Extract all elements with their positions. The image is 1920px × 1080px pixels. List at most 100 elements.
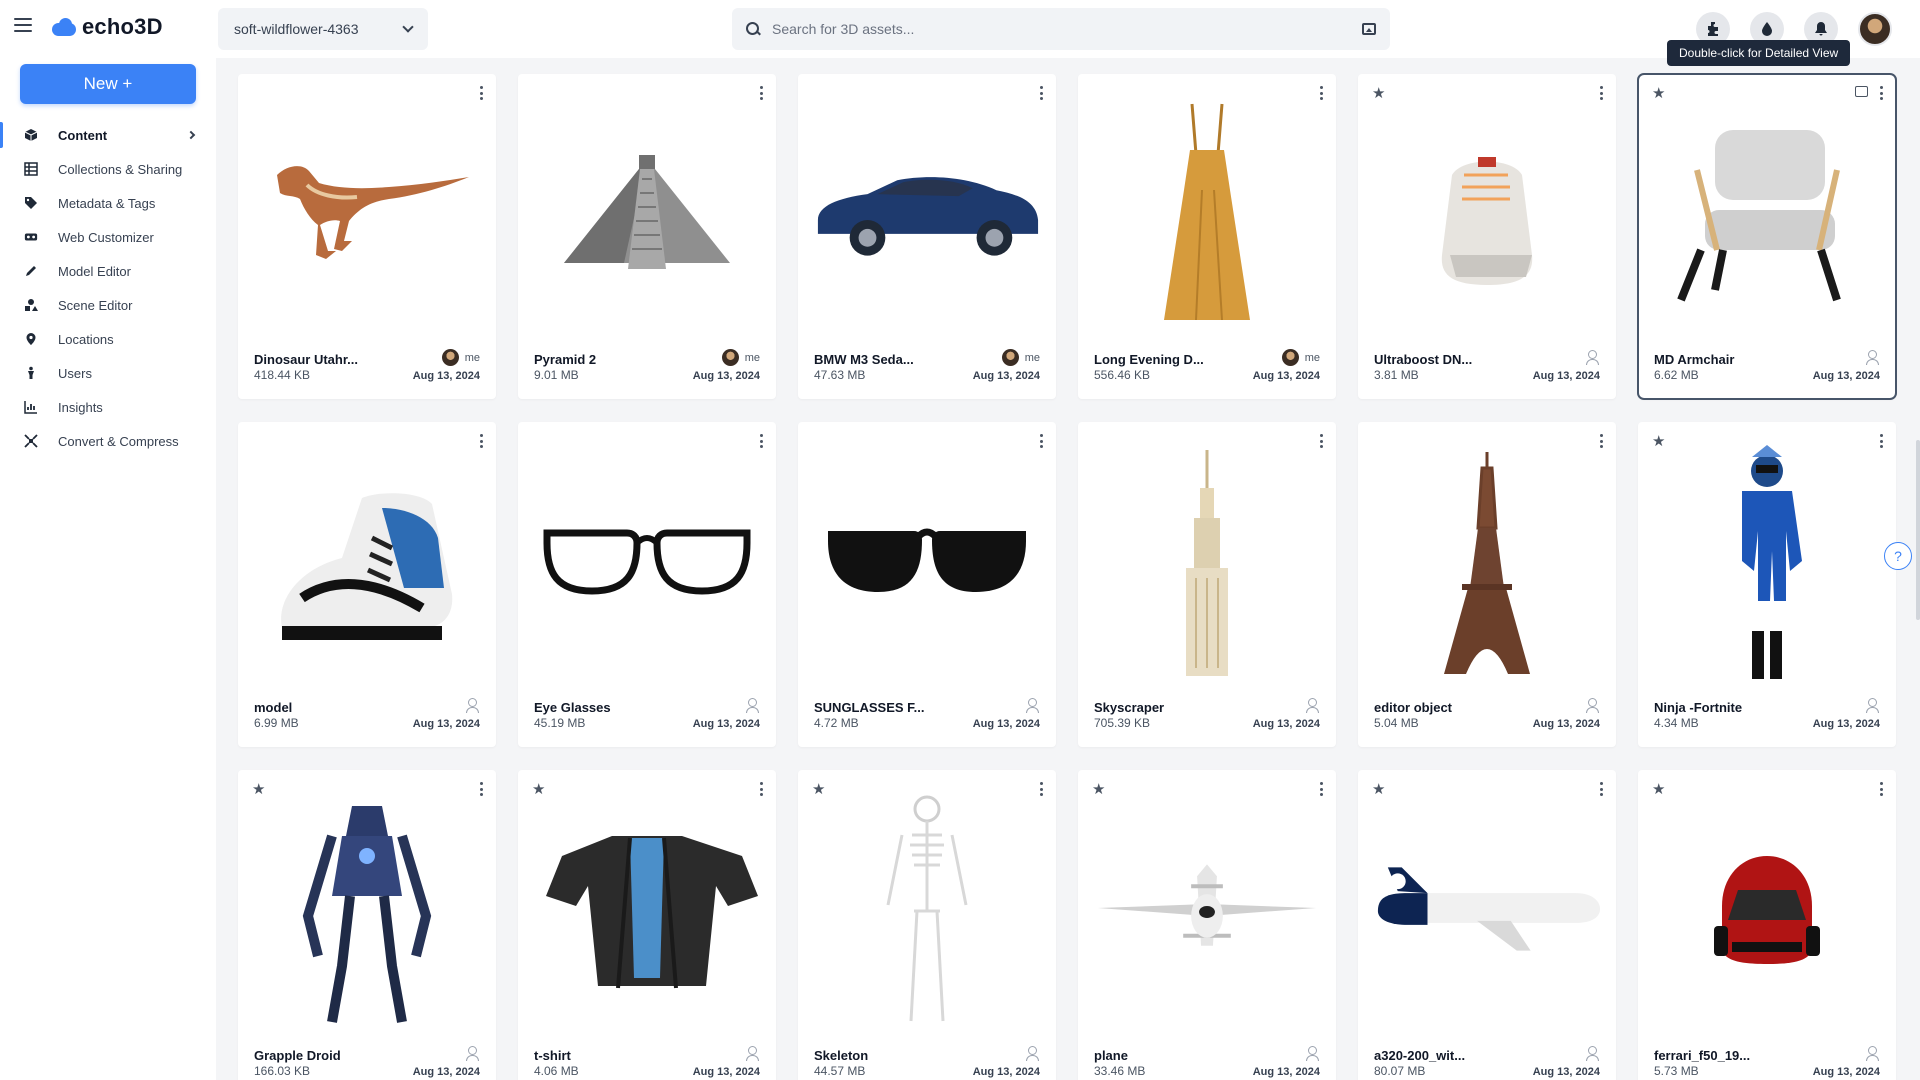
sidebar-item-collections-sharing[interactable]: Collections & Sharing: [0, 152, 216, 186]
star-icon[interactable]: ★: [1652, 780, 1665, 798]
more-options-icon[interactable]: [1880, 782, 1884, 796]
asset-name: editor object: [1374, 700, 1453, 715]
tag-icon: [24, 196, 38, 210]
asset-card[interactable]: ★ a320-200_wit... 80.07 MB Aug 13, 2024: [1358, 770, 1616, 1080]
star-icon[interactable]: ★: [1652, 84, 1665, 102]
share-user-icon[interactable]: [1586, 698, 1599, 713]
more-options-icon[interactable]: [1880, 434, 1884, 448]
asset-owner: me: [1281, 349, 1320, 366]
asset-card[interactable]: ★ Skeleton 44.57 MB Aug 13, 2024: [798, 770, 1056, 1080]
share-user-icon[interactable]: [746, 698, 759, 713]
share-user-icon[interactable]: [1866, 1046, 1879, 1061]
search-input[interactable]: [772, 21, 1362, 37]
more-options-icon[interactable]: [760, 782, 764, 796]
more-options-icon[interactable]: [1600, 434, 1604, 448]
sidebar-item-users[interactable]: Users: [0, 356, 216, 390]
asset-name: plane: [1094, 1048, 1128, 1063]
asset-card[interactable]: SUNGLASSES F... 4.72 MB Aug 13, 2024: [798, 422, 1056, 747]
more-options-icon[interactable]: [760, 434, 764, 448]
asset-size: 4.34 MB: [1654, 716, 1699, 730]
sidebar-item-insights[interactable]: Insights: [0, 390, 216, 424]
sidebar-item-model-editor[interactable]: Model Editor: [0, 254, 216, 288]
sidebar-item-convert-compress[interactable]: Convert & Compress: [0, 424, 216, 458]
asset-card[interactable]: ★ MD Armchair 6.62 MB Aug 13, 2024: [1637, 73, 1897, 400]
asset-card[interactable]: Eye Glasses 45.19 MB Aug 13, 2024: [518, 422, 776, 747]
asset-date: Aug 13, 2024: [1252, 718, 1320, 730]
more-options-icon[interactable]: [1040, 782, 1044, 796]
star-icon[interactable]: ★: [812, 780, 825, 798]
scrollbar[interactable]: [1916, 440, 1920, 620]
shapes-icon: [24, 298, 38, 312]
owner-avatar: [721, 349, 739, 366]
new-button[interactable]: New +: [20, 64, 196, 104]
more-options-icon[interactable]: [1600, 86, 1604, 100]
asset-card[interactable]: ★ Grapple Droid 166.03 KB Aug 13, 2024: [238, 770, 496, 1080]
asset-card[interactable]: ★ plane 33.46 MB Aug 13, 2024: [1078, 770, 1336, 1080]
more-options-icon[interactable]: [1040, 86, 1044, 100]
asset-card[interactable]: ★ t-shirt 4.06 MB Aug 13, 2024: [518, 770, 776, 1080]
asset-thumbnail: [1368, 102, 1606, 328]
star-icon[interactable]: ★: [1652, 432, 1665, 450]
sidebar-item-content[interactable]: Content: [0, 118, 216, 152]
sidebar-item-scene-editor[interactable]: Scene Editor: [0, 288, 216, 322]
asset-thumbnail: [528, 798, 766, 1024]
user-avatar[interactable]: [1858, 12, 1892, 46]
asset-date: Aug 13, 2024: [412, 718, 480, 730]
asset-card[interactable]: Dinosaur Utahr... 418.44 KB me Aug 13, 2024: [238, 74, 496, 399]
asset-date: Aug 13, 2024: [1812, 370, 1880, 382]
logo-text: echo3D: [82, 14, 163, 39]
share-user-icon[interactable]: [1306, 1046, 1319, 1061]
asset-card[interactable]: BMW M3 Seda... 47.63 MB me Aug 13, 2024: [798, 74, 1056, 399]
owner-avatar: [1001, 349, 1019, 366]
more-options-icon[interactable]: [1880, 86, 1884, 100]
logo[interactable]: echo3D: [50, 14, 163, 40]
share-user-icon[interactable]: [1586, 350, 1599, 365]
comment-icon[interactable]: [1855, 86, 1868, 97]
asset-card[interactable]: model 6.99 MB Aug 13, 2024: [238, 422, 496, 747]
more-options-icon[interactable]: [1600, 782, 1604, 796]
more-options-icon[interactable]: [1320, 434, 1324, 448]
help-button[interactable]: ?: [1884, 542, 1912, 570]
share-user-icon[interactable]: [1026, 698, 1039, 713]
asset-date: Aug 13, 2024: [1532, 370, 1600, 382]
share-user-icon[interactable]: [466, 698, 479, 713]
asset-name: a320-200_wit...: [1374, 1048, 1466, 1063]
share-user-icon[interactable]: [1026, 1046, 1039, 1061]
more-options-icon[interactable]: [760, 86, 764, 100]
image-search-icon[interactable]: [1362, 23, 1376, 35]
star-icon[interactable]: ★: [1092, 780, 1105, 798]
more-options-icon[interactable]: [480, 434, 484, 448]
asset-card[interactable]: ★ ferrari_f50_19... 5.73 MB Aug 13, 2024: [1638, 770, 1896, 1080]
share-user-icon[interactable]: [1866, 698, 1879, 713]
share-user-icon[interactable]: [1306, 698, 1319, 713]
box-icon: [24, 128, 38, 142]
share-user-icon[interactable]: [1586, 1046, 1599, 1061]
project-selector[interactable]: soft-wildflower-4363: [218, 8, 428, 50]
hamburger-menu-icon[interactable]: [14, 18, 32, 32]
asset-card[interactable]: editor object 5.04 MB Aug 13, 2024: [1358, 422, 1616, 747]
share-user-icon[interactable]: [466, 1046, 479, 1061]
more-options-icon[interactable]: [480, 782, 484, 796]
asset-name: ferrari_f50_19...: [1654, 1048, 1751, 1063]
asset-card[interactable]: ★ Ninja -Fortnite 4.34 MB Aug 13, 2024: [1638, 422, 1896, 747]
asset-card[interactable]: Pyramid 2 9.01 MB me Aug 13, 2024: [518, 74, 776, 399]
sidebar-item-metadata-tags[interactable]: Metadata & Tags: [0, 186, 216, 220]
asset-card[interactable]: Long Evening D... 556.46 KB me Aug 13, 2024: [1078, 74, 1336, 399]
star-icon[interactable]: ★: [1372, 780, 1385, 798]
asset-owner: me: [721, 349, 760, 366]
more-options-icon[interactable]: [480, 86, 484, 100]
star-icon[interactable]: ★: [532, 780, 545, 798]
more-options-icon[interactable]: [1320, 782, 1324, 796]
more-options-icon[interactable]: [1320, 86, 1324, 100]
more-options-icon[interactable]: [1040, 434, 1044, 448]
share-user-icon[interactable]: [1866, 350, 1879, 365]
asset-date: Aug 13, 2024: [1812, 718, 1880, 730]
sidebar-item-web-customizer[interactable]: Web Customizer: [0, 220, 216, 254]
star-icon[interactable]: ★: [1372, 84, 1385, 102]
star-icon[interactable]: ★: [252, 780, 265, 798]
asset-card[interactable]: ★ Ultraboost DN... 3.81 MB Aug 13, 2024: [1358, 74, 1616, 399]
asset-card[interactable]: Skyscraper 705.39 KB Aug 13, 2024: [1078, 422, 1336, 747]
share-user-icon[interactable]: [746, 1046, 759, 1061]
sidebar-item-locations[interactable]: Locations: [0, 322, 216, 356]
pencil-icon: [24, 264, 38, 278]
